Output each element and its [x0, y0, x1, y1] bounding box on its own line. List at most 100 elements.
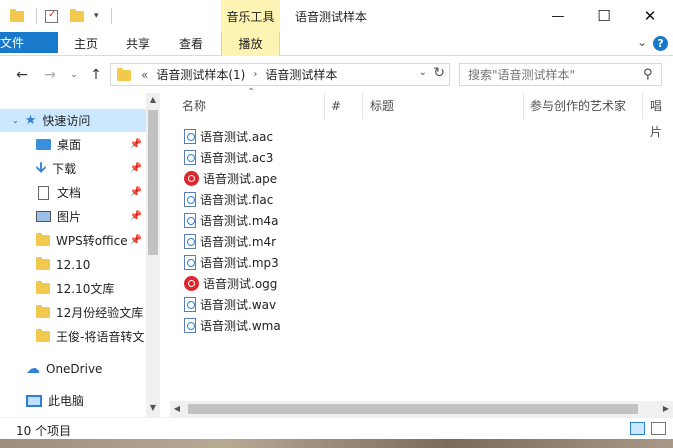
folder-icon: [36, 281, 50, 294]
breadcrumb-separator-icon[interactable]: ›: [253, 69, 257, 80]
file-row[interactable]: 语音测试.m4r: [184, 231, 276, 252]
large-icons-view-icon[interactable]: [651, 422, 666, 435]
tab-share[interactable]: 共享: [114, 32, 162, 56]
music-tools-label: 音乐工具: [226, 10, 275, 24]
refresh-icon[interactable]: ↻: [433, 65, 445, 81]
audio-file-icon: [184, 129, 196, 144]
column-divider[interactable]: [324, 93, 325, 119]
customize-toolbar-icon[interactable]: ▾: [94, 11, 99, 21]
nav-item-this-pc[interactable]: 此电脑: [0, 389, 146, 412]
column-divider[interactable]: [523, 93, 524, 119]
back-arrow-icon[interactable]: ←: [12, 65, 32, 85]
audio-file-icon: [184, 150, 196, 165]
nav-item-label: WPS转office: [56, 234, 128, 248]
nav-item-12-10-library[interactable]: 12.10文库: [0, 277, 146, 300]
address-dropdown-icon[interactable]: ⌄: [419, 67, 427, 78]
scroll-up-icon[interactable]: ▲: [146, 95, 160, 104]
file-name: 语音测试.ape: [203, 172, 278, 186]
details-view-icon[interactable]: [630, 422, 645, 435]
file-name: 语音测试.aac: [200, 130, 274, 144]
scroll-left-icon[interactable]: ◀: [170, 401, 184, 417]
nav-item-label: 12月份经验文库: [56, 306, 144, 320]
tab-file[interactable]: 文件: [0, 32, 58, 53]
window-title: 语音测试样本: [295, 10, 368, 24]
status-bar: 10 个项目: [0, 417, 673, 439]
column-header-title[interactable]: 标题: [370, 93, 394, 119]
audio-file-icon: [184, 213, 196, 228]
minimize-button[interactable]: —: [535, 0, 581, 32]
tab-play[interactable]: 播放: [221, 32, 280, 56]
scrollbar-thumb[interactable]: [148, 110, 158, 255]
nav-item-label: 下载: [52, 162, 77, 176]
file-name: 语音测试.ogg: [203, 277, 278, 291]
nav-item-12-10[interactable]: 12.10: [0, 253, 146, 276]
nav-item-label: 12.10: [56, 257, 91, 272]
column-header-name[interactable]: 名称: [182, 93, 206, 119]
recent-locations-icon[interactable]: ⌄: [64, 65, 84, 85]
file-row[interactable]: 语音测试.ogg: [184, 273, 277, 294]
nav-item-downloads[interactable]: 🡫 下载 📌: [0, 157, 146, 180]
file-row[interactable]: 语音测试.ac3: [184, 147, 273, 168]
file-row[interactable]: 语音测试.ape: [184, 168, 277, 189]
nav-item-quick-access[interactable]: ⌄ ★ 快速访问: [0, 109, 146, 132]
column-header-artist[interactable]: 参与创作的艺术家: [530, 93, 626, 119]
file-name: 语音测试.wma: [200, 319, 281, 333]
tab-view[interactable]: 查看: [167, 32, 215, 56]
breadcrumb-current[interactable]: 语音测试样本: [265, 66, 337, 83]
column-divider[interactable]: [642, 93, 643, 119]
quick-access-toolbar: ✓ ▾: [10, 6, 112, 26]
nav-item-december-library[interactable]: 12月份经验文库: [0, 301, 146, 324]
help-icon[interactable]: ?: [653, 36, 668, 51]
nav-item-label: 桌面: [57, 138, 82, 152]
pin-icon: 📌: [129, 139, 142, 150]
horizontal-scrollbar[interactable]: ◀ ▶: [170, 401, 673, 417]
scroll-right-icon[interactable]: ▶: [659, 401, 673, 417]
file-name: 语音测试.wav: [200, 298, 277, 312]
column-divider[interactable]: [362, 93, 363, 119]
breadcrumb-parent[interactable]: 语音测试样本(1): [156, 66, 245, 83]
new-folder-icon[interactable]: [70, 8, 84, 22]
file-row[interactable]: 语音测试.wav: [184, 294, 276, 315]
collapse-chevron-icon[interactable]: ⌄: [12, 116, 19, 125]
nav-item-label: OneDrive: [46, 361, 103, 376]
folder-icon: [36, 329, 50, 342]
document-icon: [38, 185, 49, 200]
nav-item-desktop[interactable]: 桌面 📌: [0, 133, 146, 156]
pin-icon: 📌: [129, 211, 142, 222]
netease-music-icon: [184, 171, 199, 186]
nav-item-wps-to-office[interactable]: WPS转office 📌: [0, 229, 146, 252]
sort-ascending-icon: ⌃: [247, 87, 256, 98]
file-row[interactable]: 语音测试.flac: [184, 189, 273, 210]
navigation-pane: ⌄ ★ 快速访问 桌面 📌 🡫 下载 📌 文档 📌 图片 📌 WPS转offic…: [0, 93, 160, 417]
file-row[interactable]: 语音测试.mp3: [184, 252, 279, 273]
maximize-button[interactable]: ☐: [581, 0, 627, 32]
address-bar[interactable]: « 语音测试样本(1) › 语音测试样本 ⌄ ↻: [110, 63, 450, 86]
search-icon[interactable]: ⚲: [643, 67, 653, 82]
tab-home[interactable]: 主页: [62, 32, 110, 56]
close-button[interactable]: ✕: [627, 0, 673, 32]
up-arrow-icon[interactable]: ↑: [86, 65, 106, 85]
file-row[interactable]: 语音测试.wma: [184, 315, 281, 336]
file-row[interactable]: 语音测试.aac: [184, 126, 273, 147]
item-count: 10 个项目: [16, 424, 72, 438]
nav-item-documents[interactable]: 文档 📌: [0, 181, 146, 204]
breadcrumb-overflow[interactable]: «: [141, 68, 148, 82]
file-list: ⌃ 名称 # 标题 参与创作的艺术家 唱片 语音测试.aac 语音测试.ac3 …: [160, 87, 673, 417]
audio-file-icon: [184, 297, 196, 312]
expand-ribbon-icon[interactable]: ⌄: [637, 35, 647, 49]
desktop-background: [0, 439, 673, 448]
navigation-scrollbar[interactable]: ▲ ▼: [146, 93, 160, 417]
navigation-bar: ← → ⌄ ↑ « 语音测试样本(1) › 语音测试样本 ⌄ ↻ ⚲: [0, 57, 673, 93]
nav-item-pictures[interactable]: 图片 📌: [0, 205, 146, 228]
nav-item-onedrive[interactable]: ☁ OneDrive: [0, 357, 146, 380]
file-name: 语音测试.m4a: [200, 214, 279, 228]
file-row[interactable]: 语音测试.m4a: [184, 210, 279, 231]
scroll-down-icon[interactable]: ▼: [146, 403, 160, 412]
column-header-album[interactable]: 唱片: [650, 93, 673, 139]
column-header-track[interactable]: #: [331, 93, 341, 119]
nav-item-wangjun[interactable]: 王俊-将语音转文: [0, 325, 146, 348]
forward-arrow-icon[interactable]: →: [40, 65, 60, 85]
scrollbar-thumb[interactable]: [188, 404, 638, 414]
properties-icon[interactable]: ✓: [45, 9, 58, 23]
search-input[interactable]: [459, 63, 662, 86]
